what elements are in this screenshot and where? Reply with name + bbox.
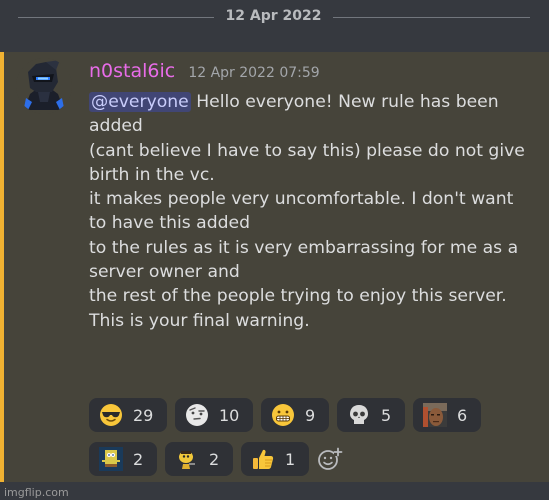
reaction-grimacing[interactable]: 9 bbox=[261, 398, 329, 432]
username[interactable]: n0stal6ic bbox=[89, 60, 175, 82]
sunglasses-emoji-icon bbox=[100, 404, 122, 426]
watermark: imgflip.com bbox=[4, 486, 69, 499]
robot-avatar-icon bbox=[16, 58, 72, 114]
reaction-count: 1 bbox=[285, 449, 296, 469]
add-reaction-icon bbox=[318, 447, 343, 470]
thumbs-up-emoji-icon bbox=[253, 449, 274, 469]
custom-yellow-character-emoji-icon bbox=[179, 451, 195, 469]
custom-face-emoji-icon bbox=[423, 403, 447, 427]
date-divider-label: 12 Apr 2022 bbox=[225, 8, 322, 24]
reaction-count: 2 bbox=[209, 449, 220, 469]
reaction-custom-face[interactable]: 6 bbox=[413, 398, 481, 432]
date-divider: 12 Apr 2022 bbox=[0, 0, 549, 38]
raised-eyebrow-emoji-icon bbox=[186, 404, 208, 426]
message-line: added bbox=[89, 116, 143, 137]
reaction-count: 29 bbox=[133, 405, 154, 425]
message-line: server owner and bbox=[89, 262, 240, 283]
add-reaction-button[interactable] bbox=[317, 446, 343, 472]
reaction-custom-sponge[interactable]: 2 bbox=[89, 442, 157, 476]
message-line: to the rules as it is very embarrassing … bbox=[89, 237, 519, 258]
message-line: it makes people very uncomfortable. I do… bbox=[89, 189, 514, 210]
custom-sponge-emoji-icon bbox=[99, 447, 123, 471]
skull-emoji-icon bbox=[350, 405, 368, 424]
message-line: This is your final warning. bbox=[89, 310, 310, 331]
everyone-mention[interactable]: @everyone bbox=[89, 92, 191, 112]
message-line: (cant believe I have to say this) please… bbox=[89, 140, 525, 161]
message-line: @everyone Hello everyone! New rule has b… bbox=[89, 90, 541, 114]
reaction-thumbs-up[interactable]: 1 bbox=[241, 442, 309, 476]
reaction-sunglasses[interactable]: 29 bbox=[89, 398, 167, 432]
reaction-count: 5 bbox=[381, 405, 392, 425]
reaction-count: 2 bbox=[133, 449, 144, 469]
avatar[interactable] bbox=[16, 58, 72, 114]
reaction-custom-yellow-character[interactable]: 2 bbox=[165, 442, 233, 476]
reaction-count: 6 bbox=[457, 405, 468, 425]
reaction-skull[interactable]: 5 bbox=[337, 398, 405, 432]
mention-accent-bar bbox=[0, 52, 4, 482]
message-header: n0stal6ic 12 Apr 2022 07:59 bbox=[89, 60, 320, 82]
message-line: the rest of the people trying to enjoy t… bbox=[89, 286, 507, 307]
reaction-raised-eyebrow[interactable]: 10 bbox=[175, 398, 253, 432]
message-highlighted: n0stal6ic 12 Apr 2022 07:59 @everyone He… bbox=[0, 52, 549, 482]
message-line-text: Hello everyone! New rule has been bbox=[196, 92, 499, 112]
reaction-count: 10 bbox=[219, 405, 240, 425]
grimacing-emoji-icon bbox=[272, 404, 294, 426]
message-line: birth in the vc. bbox=[89, 164, 215, 185]
message-content: @everyone Hello everyone! New rule has b… bbox=[89, 90, 541, 333]
timestamp[interactable]: 12 Apr 2022 07:59 bbox=[188, 65, 319, 81]
message-line: to have this added bbox=[89, 213, 251, 234]
date-divider-line-right bbox=[333, 17, 530, 18]
reaction-count: 9 bbox=[305, 405, 316, 425]
date-divider-line-left bbox=[18, 17, 214, 18]
